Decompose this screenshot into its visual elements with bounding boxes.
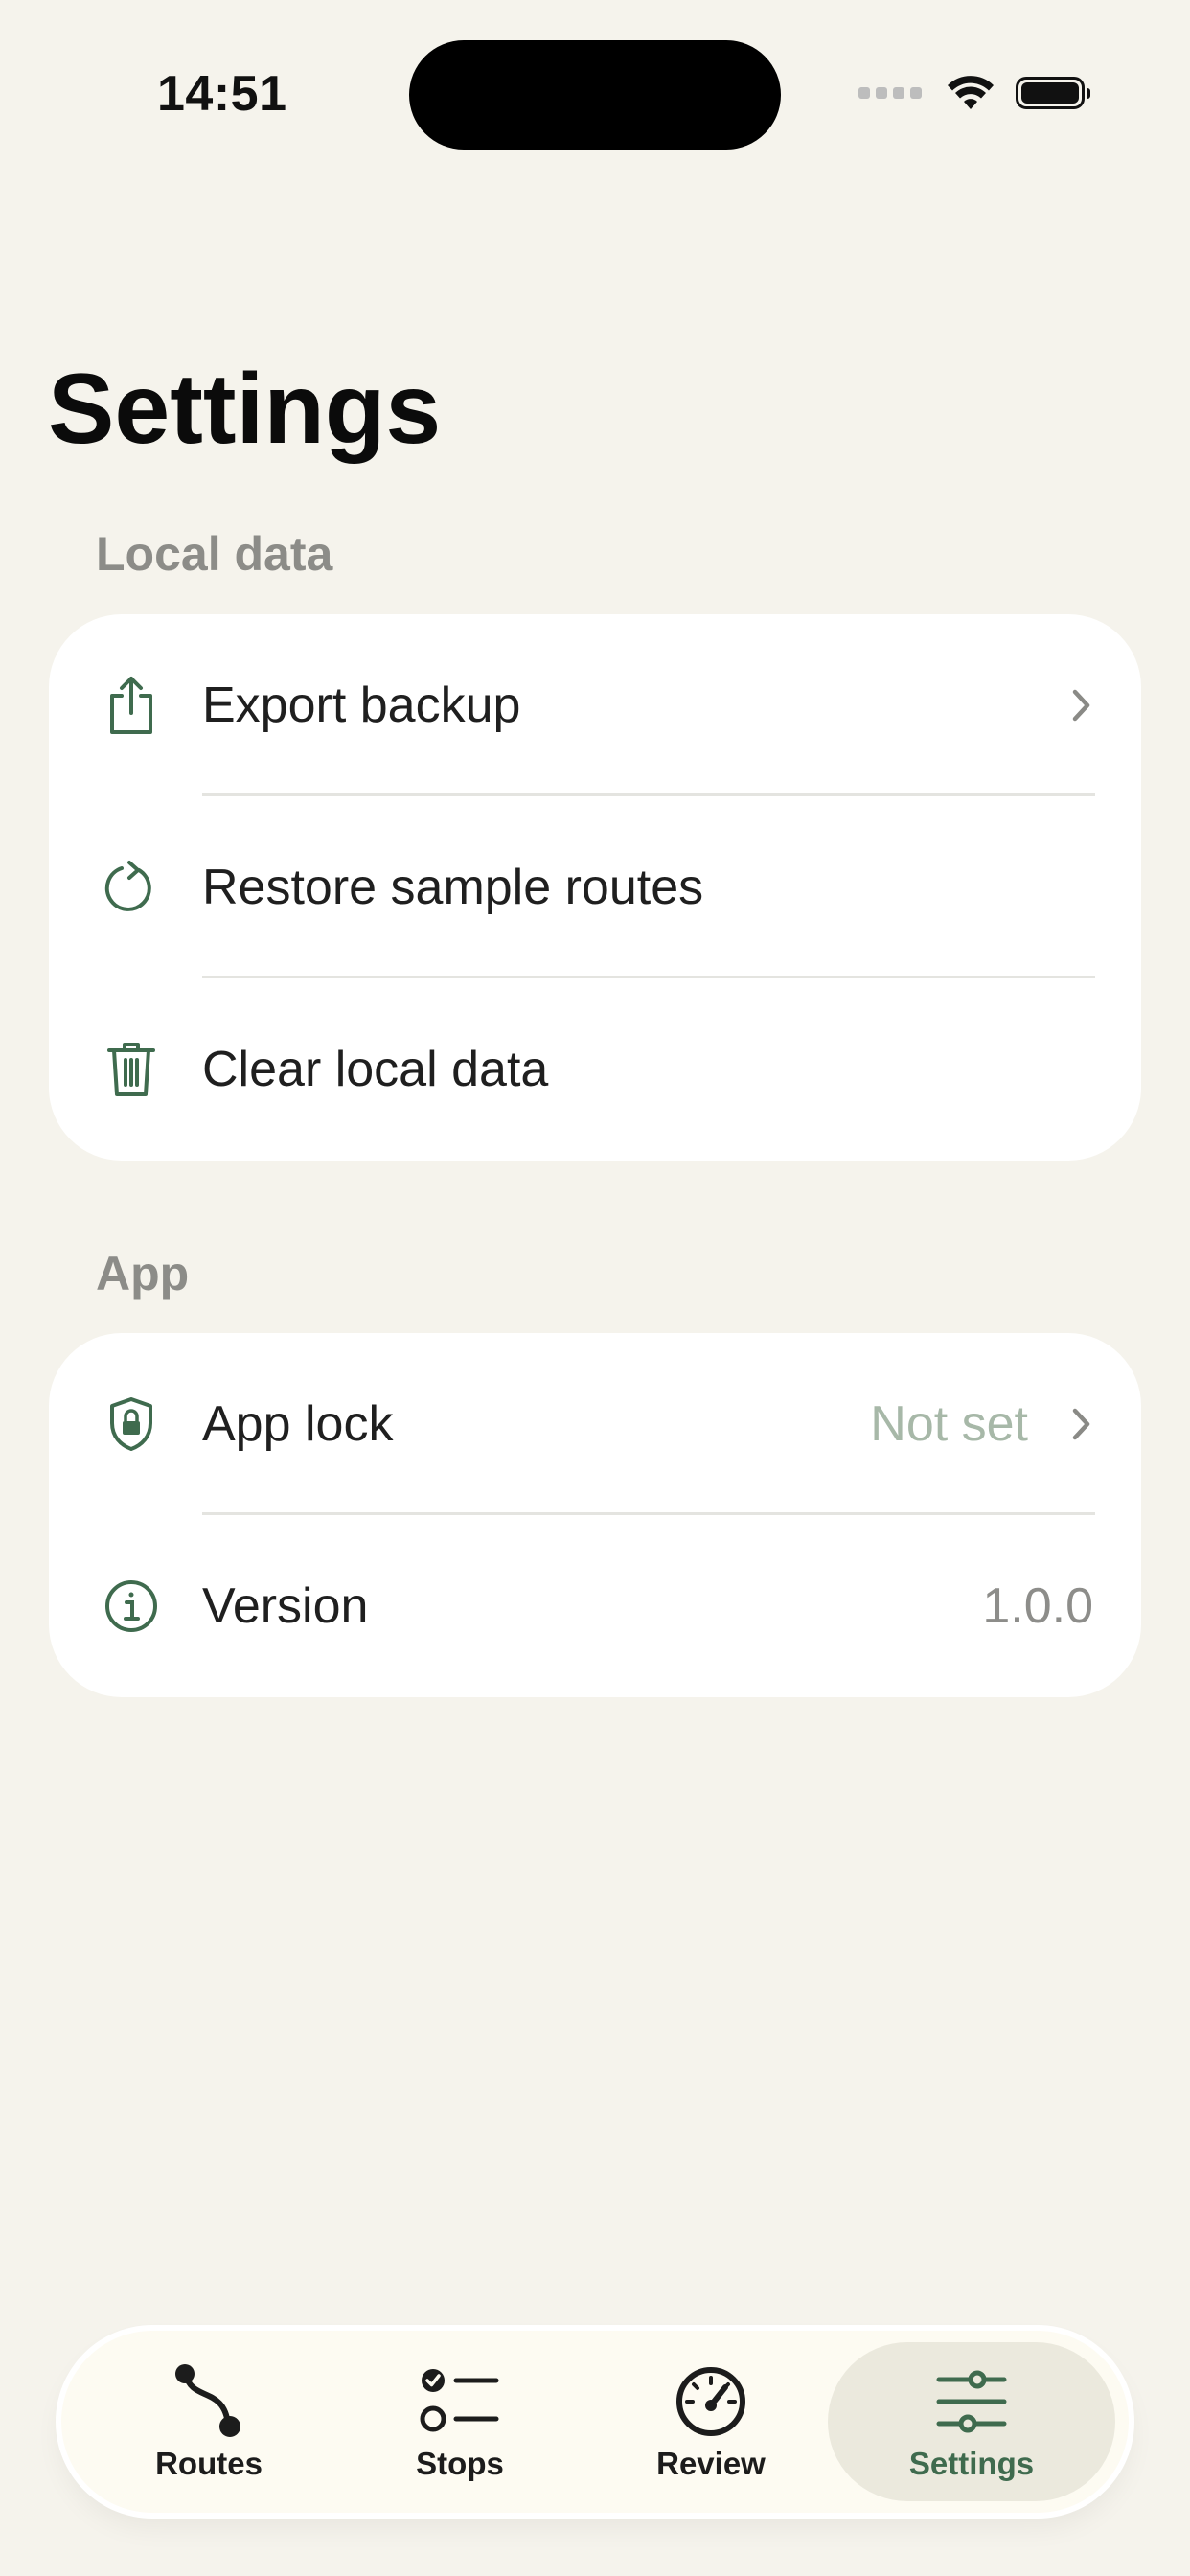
tab-routes-label: Routes <box>155 2446 263 2481</box>
status-icons <box>858 75 1090 111</box>
clear-local-data-label: Clear local data <box>202 1042 549 1097</box>
status-time: 14:51 <box>157 66 287 122</box>
share-icon <box>101 675 162 736</box>
chevron-right-icon <box>1072 1408 1090 1440</box>
page-title: Settings <box>48 354 442 465</box>
info-icon <box>101 1576 162 1637</box>
app-card: App lock Not set Version 1.0.0 <box>49 1333 1141 1697</box>
app-lock-label: App lock <box>202 1396 394 1452</box>
wifi-icon <box>948 76 994 109</box>
tab-settings[interactable]: Settings <box>828 2342 1115 2501</box>
cellular-signal-icon <box>858 87 922 99</box>
sliders-icon <box>931 2361 1012 2442</box>
dynamic-island <box>409 40 781 150</box>
restore-sample-routes-label: Restore sample routes <box>202 860 704 915</box>
battery-icon <box>1016 77 1090 109</box>
tab-stops-label: Stops <box>416 2446 504 2481</box>
tab-routes[interactable]: Routes <box>103 2331 314 2513</box>
shield-lock-icon <box>101 1393 162 1455</box>
app-lock-value: Not set <box>870 1396 1028 1452</box>
export-backup-label: Export backup <box>202 678 521 733</box>
app-lock-row[interactable]: App lock Not set <box>49 1333 1141 1515</box>
restore-sample-routes-row[interactable]: Restore sample routes <box>49 796 1141 978</box>
settings-screen: 14:51 Settings Local data Export backup <box>0 0 1190 2576</box>
tab-review-label: Review <box>656 2446 766 2481</box>
version-label: Version <box>202 1578 369 1634</box>
tab-review[interactable]: Review <box>606 2331 816 2513</box>
tab-bar: Routes Stops Review Settings <box>61 2331 1129 2513</box>
trash-icon <box>101 1039 162 1100</box>
version-value: 1.0.0 <box>982 1578 1093 1634</box>
refresh-icon <box>101 857 162 918</box>
checklist-icon <box>420 2361 500 2442</box>
local-data-card: Export backup Restore sample routes Clea… <box>49 614 1141 1161</box>
section-header-app: App <box>96 1247 190 1300</box>
gauge-icon <box>671 2361 751 2442</box>
clear-local-data-row[interactable]: Clear local data <box>49 978 1141 1161</box>
version-row: Version 1.0.0 <box>49 1515 1141 1697</box>
section-header-local-data: Local data <box>96 527 333 581</box>
tab-stops[interactable]: Stops <box>355 2331 565 2513</box>
route-icon <box>169 2361 249 2442</box>
export-backup-row[interactable]: Export backup <box>49 614 1141 796</box>
chevron-right-icon <box>1072 689 1090 722</box>
tab-settings-label: Settings <box>908 2446 1035 2481</box>
